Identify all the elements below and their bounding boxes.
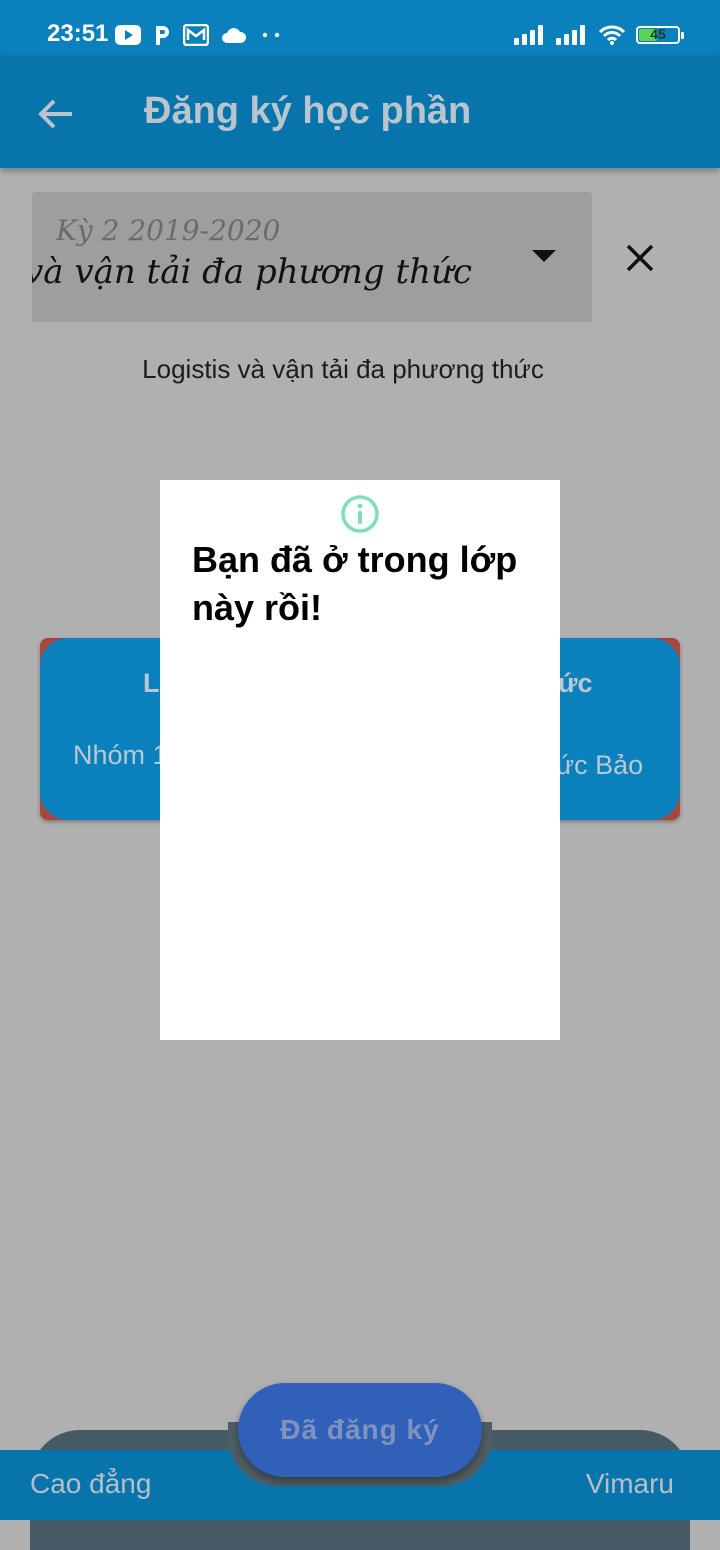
back-arrow-icon[interactable]	[32, 90, 80, 138]
subject-name: Logistis và vận tải đa phương thức	[142, 354, 544, 384]
more-dots-icon	[262, 32, 280, 38]
page-title: Đăng ký học phần	[144, 90, 472, 132]
dialog-title: Bạn đã ở trong lớp này rồi!	[192, 539, 518, 628]
signal-icon	[514, 25, 543, 45]
status-bar: 23:51 45	[0, 0, 720, 56]
p-app-icon	[156, 26, 169, 45]
battery-text: 45	[650, 26, 666, 42]
youtube-icon	[115, 25, 141, 45]
status-icons-left	[115, 22, 283, 48]
card-sub-right: ức Bảo	[556, 750, 644, 780]
card-title-right: ức	[558, 668, 593, 698]
dropdown-value: Logistis và vận tải đa phương thức	[32, 252, 472, 292]
bottom-tab-cao-dang[interactable]: Cao đẳng	[30, 1468, 151, 1500]
info-icon	[341, 495, 379, 533]
app-bar: Đăng ký học phần	[0, 56, 720, 168]
registered-button[interactable]: Đã đăng ký	[238, 1383, 482, 1477]
card-sub-left: Nhóm 1	[73, 740, 168, 770]
battery-icon: 45	[636, 26, 684, 44]
info-dialog: Bạn đã ở trong lớp này rồi!	[160, 480, 560, 1040]
status-icons-right: 45	[514, 22, 684, 48]
battery-tip	[681, 32, 684, 39]
course-dropdown[interactable]: Kỳ 2 2019-2020 Logistis và vận tải đa ph…	[32, 192, 592, 322]
cloud-icon	[222, 28, 247, 43]
close-icon[interactable]	[616, 234, 664, 282]
status-time: 23:51	[47, 20, 109, 47]
mail-icon	[183, 24, 209, 46]
dropdown-arrow-icon[interactable]	[532, 250, 556, 262]
signal-icon	[556, 25, 585, 45]
bottom-tab-vimaru[interactable]: Vimaru	[586, 1468, 674, 1500]
dropdown-label: Kỳ 2 2019-2020	[56, 214, 281, 247]
wifi-icon	[598, 25, 626, 45]
